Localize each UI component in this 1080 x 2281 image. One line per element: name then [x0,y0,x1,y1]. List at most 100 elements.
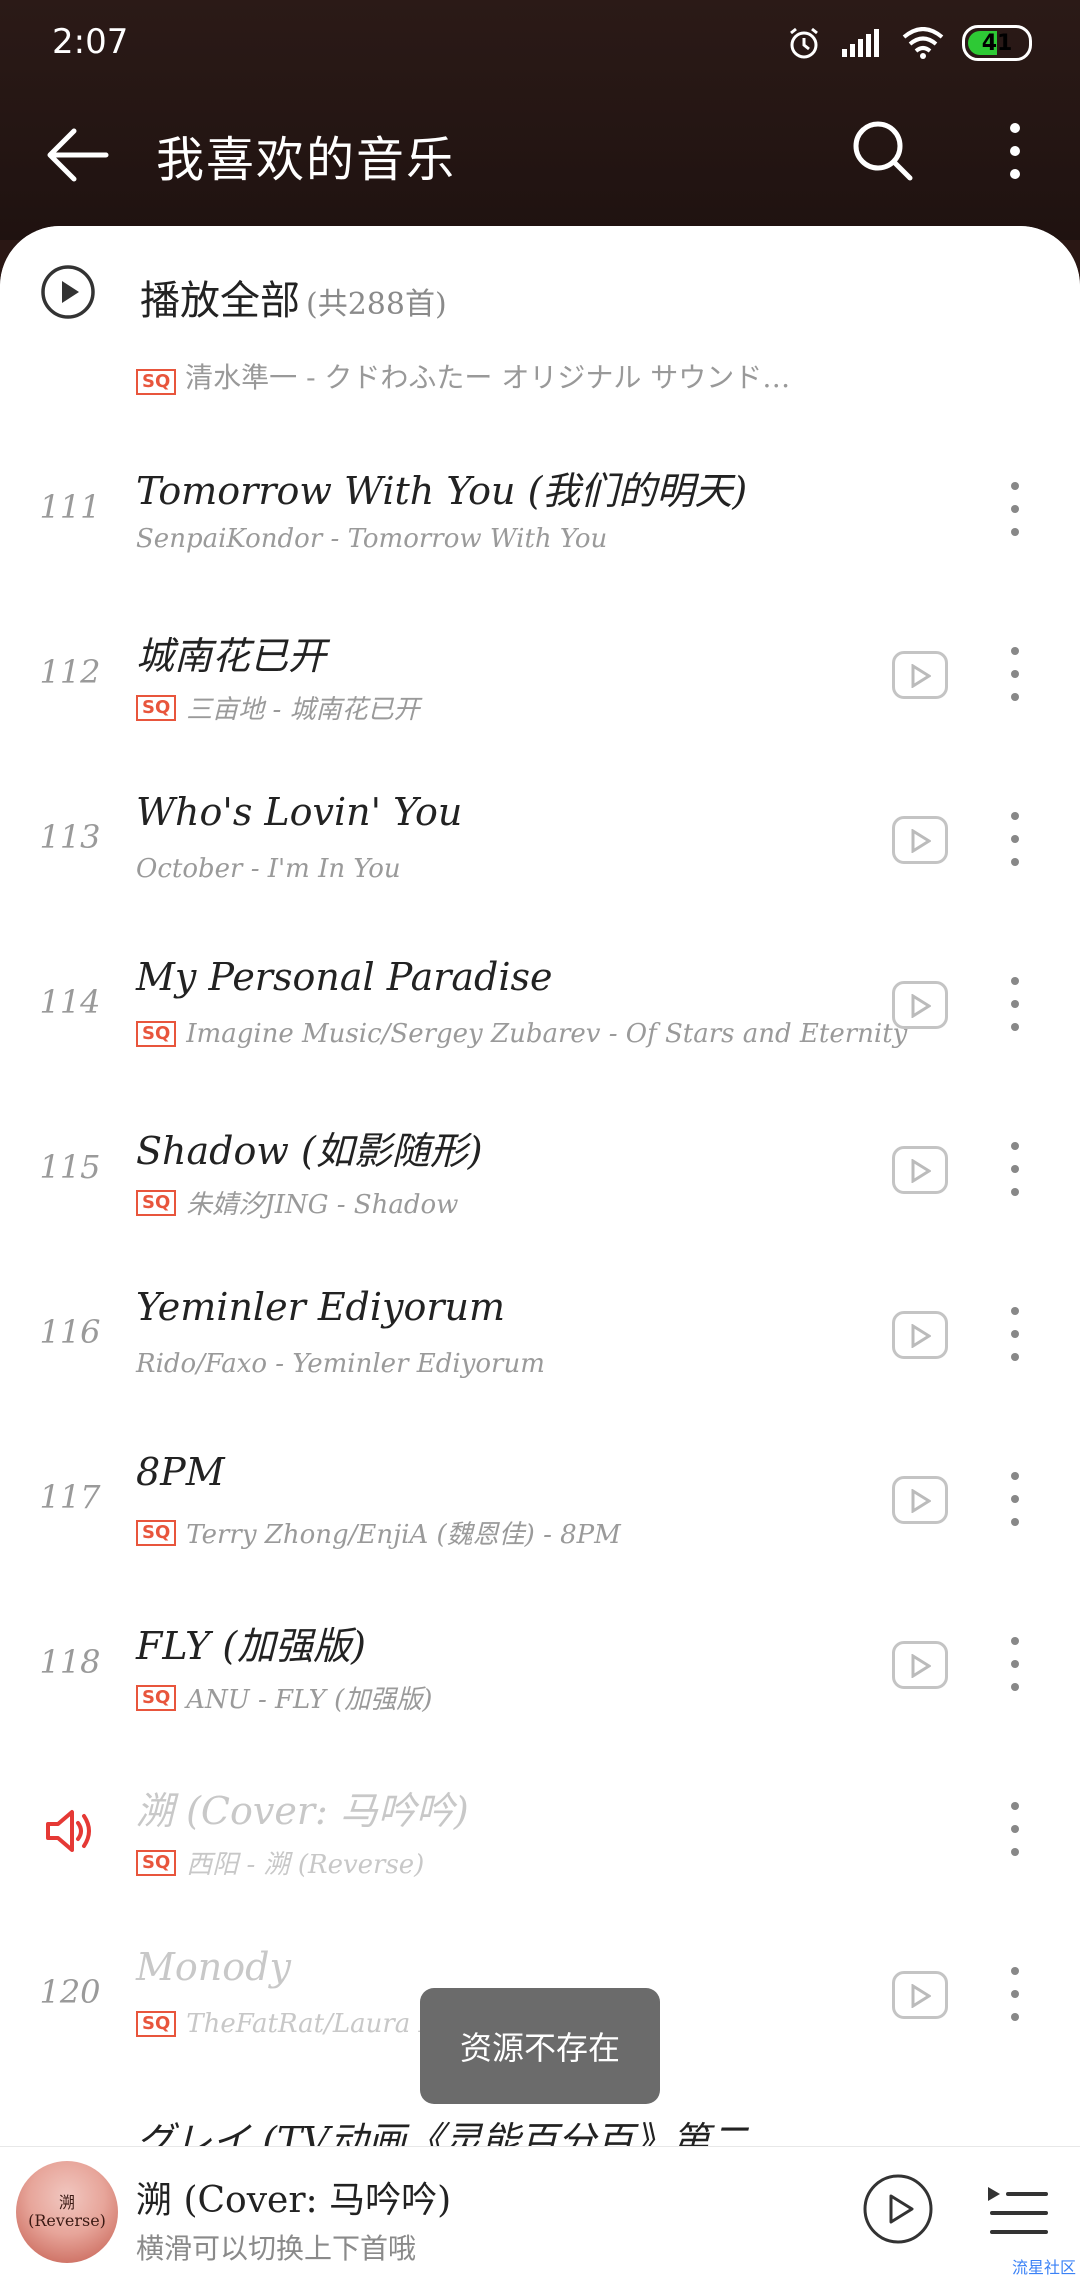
sq-badge: SQ [136,1021,177,1047]
song-index: 117 [39,1478,101,1516]
mv-play-icon[interactable] [892,651,948,699]
play-icon[interactable] [862,2173,934,2245]
song-row[interactable]: 113 Who's Lovin' You October - I'm In Yo… [0,760,1080,925]
player-song-title: 溯 (Cover: 马吟吟) [136,2180,452,2221]
song-index: 113 [39,818,101,856]
song-subtitle-line: October - I'm In You [136,854,401,884]
song-list-panel: 播放全部 (共288首) SQ 清水準一 - クドわふたー オリジナル サウンド…… [0,226,1080,2146]
search-icon[interactable] [850,118,916,184]
speaker-icon [46,1810,91,1852]
song-title: 城南花已开 [136,634,327,678]
wifi-icon [902,27,944,59]
mv-play-icon[interactable] [892,981,948,1029]
song-more-icon[interactable] [998,1794,1032,1864]
mv-play-icon[interactable] [892,1971,948,2019]
sq-badge: SQ [136,369,177,395]
sq-badge: SQ [136,2011,177,2037]
song-index: 111 [39,488,101,526]
song-row[interactable]: 118 FLY (加强版) SQ ANU - FLY (加强版) [0,1585,1080,1750]
status-icons: 41 [786,20,1032,66]
playlist-icon[interactable] [986,2183,1050,2239]
song-subtitle: 朱婧汐JING - Shadow [186,1190,459,1220]
mini-player[interactable]: 溯 (Reverse) 溯 (Cover: 马吟吟) 横滑可以切换上下首哦 [0,2146,1080,2281]
sq-badge: SQ [136,1849,177,1876]
song-more-icon[interactable] [998,804,1032,874]
song-subtitle-line: SQ Imagine Music/Sergey Zubarev - Of Sta… [136,1019,907,1049]
play-all-text: 播放全部 [140,278,300,324]
song-subtitle: Terry Zhong/EnjiA (魏恩佳) - 8PM [186,1520,621,1550]
sq-badge: SQ [136,1684,177,1711]
song-title: Shadow (如影随形) [136,1129,483,1173]
mv-play-icon[interactable] [892,1641,948,1689]
play-all-row[interactable]: 播放全部 (共288首) [0,226,1080,356]
sq-badge: SQ [136,1189,177,1216]
page-title: 我喜欢的音乐 [156,132,457,188]
signal-icon [842,29,879,57]
song-row[interactable]: 115 Shadow (如影随形) SQ 朱婧汐JING - Shadow [0,1090,1080,1255]
song-subtitle: ANU - FLY (加强版) [186,1685,433,1715]
song-row[interactable]: 114 My Personal Paradise SQ Imagine Musi… [0,925,1080,1090]
song-index: 118 [39,1643,101,1681]
more-options-icon[interactable] [1000,118,1030,184]
sq-badge: SQ [136,1519,177,1546]
song-row-playing[interactable]: 溯 (Cover: 马吟吟) SQ 西阳 - 溯 (Reverse) [0,1750,1080,1915]
song-index: 116 [39,1313,101,1351]
song-more-icon[interactable] [998,1134,1032,1204]
song-subtitle: October - I'm In You [136,854,401,884]
mv-play-icon[interactable] [892,1311,948,1359]
song-subtitle-line: SQ 三亩地 - 城南花已开 [136,689,420,726]
song-subtitle-line: SQ ANU - FLY (加强版) [136,1679,432,1716]
song-index: 120 [39,1973,101,2011]
song-subtitle-line: SQ 朱婧汐JING - Shadow [136,1184,458,1221]
mv-play-icon[interactable] [892,1146,948,1194]
song-index: 115 [39,1148,101,1186]
song-subtitle-line: SQ Terry Zhong/EnjiA (魏恩佳) - 8PM [136,1514,621,1551]
song-more-icon[interactable] [998,474,1032,544]
song-subtitle: 清水準一 - クドわふたー オリジナル サウンド… [185,361,791,394]
song-title: 溯 (Cover: 马吟吟) [136,1789,469,1833]
back-arrow-icon[interactable] [44,120,114,190]
song-title: Yeminler Ediyorum [136,1285,506,1329]
song-title: FLY (加强版) [136,1624,366,1668]
player-hint: 横滑可以切换上下首哦 [136,2232,417,2265]
app-header: 2:07 41 我喜欢的音乐 [0,0,1080,240]
toast-message: 资源不存在 [420,1988,660,2104]
song-row[interactable]: 111 Tomorrow With You (我们的明天) SenpaiKond… [0,430,1080,595]
song-more-icon[interactable] [998,1629,1032,1699]
song-row[interactable]: 116 Yeminler Ediyorum Rido/Faxo - Yeminl… [0,1255,1080,1420]
song-more-icon[interactable] [998,969,1032,1039]
song-subtitle-line: SQ 西阳 - 溯 (Reverse) [136,1844,424,1881]
status-time: 2:07 [52,22,129,62]
album-art[interactable]: 溯 (Reverse) [16,2161,118,2263]
song-row[interactable]: 117 8PM SQ Terry Zhong/EnjiA (魏恩佳) - 8PM [0,1420,1080,1585]
sq-badge: SQ [136,694,177,721]
album-art-subtext: (Reverse) [28,2211,106,2230]
watermark: 流星社区 [1011,2258,1076,2277]
play-circle-icon[interactable] [40,264,96,320]
play-all-label[interactable]: 播放全部 (共288首) [140,268,447,326]
song-index: 114 [39,983,101,1021]
song-index: 112 [39,653,101,691]
mv-play-icon[interactable] [892,816,948,864]
song-subtitle: 三亩地 - 城南花已开 [186,695,420,725]
song-title: Who's Lovin' You [136,790,463,834]
song-subtitle: Imagine Music/Sergey Zubarev - Of Stars … [186,1019,908,1049]
song-title: Monody [136,1945,291,1989]
mv-play-icon[interactable] [892,1476,948,1524]
song-more-icon[interactable] [998,1464,1032,1534]
song-title: My Personal Paradise [136,955,553,999]
partial-list-item[interactable]: SQ 清水準一 - クドわふたー オリジナル サウンド… [136,356,790,396]
song-subtitle-line: Rido/Faxo - Yeminler Ediyorum [136,1349,545,1379]
battery-indicator: 41 [962,25,1032,61]
album-art-text: 溯 [58,2193,75,2212]
song-subtitle-line: SenpaiKondor - Tomorrow With You [136,524,607,554]
song-subtitle: SenpaiKondor - Tomorrow With You [136,524,608,554]
song-subtitle: 西阳 - 溯 (Reverse) [186,1850,425,1880]
song-more-icon[interactable] [998,1959,1032,2029]
play-all-count: (共288首) [306,287,447,322]
battery-level: 41 [981,30,1013,56]
song-title: グレイ (TV动画《灵能百分百》第二… [136,2119,786,2146]
song-more-icon[interactable] [998,1299,1032,1369]
song-row[interactable]: 112 城南花已开 SQ 三亩地 - 城南花已开 [0,595,1080,760]
song-more-icon[interactable] [998,639,1032,709]
